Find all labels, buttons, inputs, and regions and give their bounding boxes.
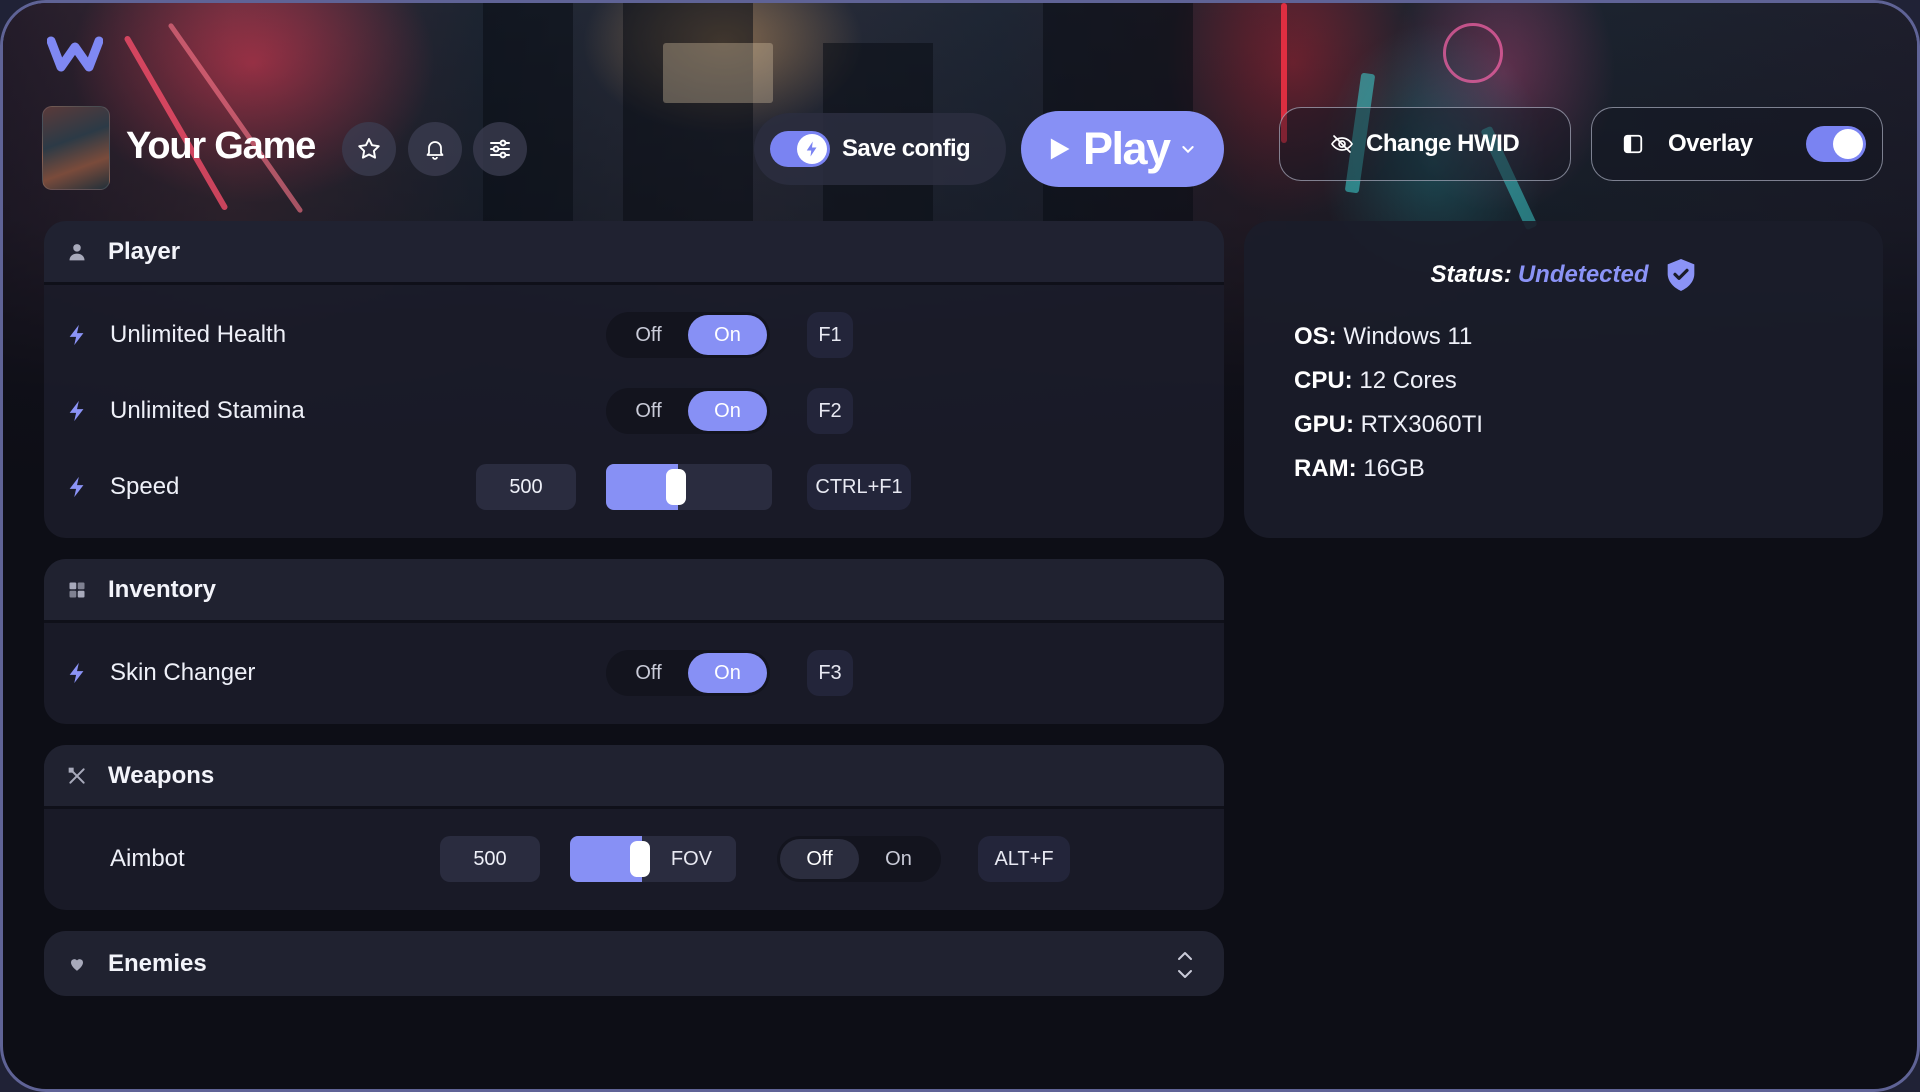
enemies-section[interactable]: Enemies	[44, 931, 1224, 996]
change-hwid-label: Change HWID	[1366, 130, 1520, 157]
overlay-switch[interactable]	[1806, 126, 1866, 162]
lightning-icon	[69, 662, 84, 684]
play-button[interactable]: Play	[1021, 111, 1224, 187]
hotkey-box[interactable]: F1	[807, 312, 853, 358]
lightning-icon	[69, 476, 84, 498]
player-section: Player Unlimited Health Off On F1 Unlimi…	[44, 221, 1224, 538]
feature-row-speed: Speed 500 CTRL+F1	[44, 449, 1224, 525]
crossed-swords-icon	[68, 767, 85, 784]
feature-label: Aimbot	[110, 845, 185, 872]
feature-row-aimbot: Aimbot 500 FOV Off On ALT+F	[44, 821, 1224, 897]
weapons-section-header[interactable]: Weapons	[44, 745, 1224, 809]
player-section-header[interactable]: Player	[44, 221, 1224, 285]
overlay-label: Overlay	[1668, 130, 1753, 157]
game-title: Your Game	[126, 125, 316, 167]
overlay-control: Overlay	[1591, 107, 1883, 181]
spec-value: Windows 11	[1343, 323, 1473, 350]
slider-label: FOV	[670, 848, 712, 870]
shield-check-icon	[1667, 259, 1694, 291]
feature-label: Unlimited Stamina	[110, 397, 305, 424]
chevron-down-icon[interactable]	[1180, 141, 1196, 157]
save-config-label: Save config	[842, 135, 971, 162]
speed-value-input[interactable]: 500	[476, 464, 576, 510]
sliders-icon	[490, 139, 510, 159]
spec-value: 12 Cores	[1359, 367, 1457, 394]
on-option[interactable]: On	[688, 391, 767, 431]
game-thumbnail	[42, 106, 110, 190]
slider-handle[interactable]	[666, 469, 686, 505]
hotkey-box[interactable]: CTRL+F1	[807, 464, 911, 510]
inventory-section-title: Inventory	[108, 575, 217, 603]
on-off-switch[interactable]: Off On	[606, 312, 770, 358]
save-config-toggle[interactable]: Save config	[754, 113, 1006, 185]
feature-row-skin-changer: Skin Changer Off On F3	[44, 635, 1224, 711]
lightning-icon	[69, 324, 84, 346]
save-config-switch[interactable]	[770, 131, 830, 167]
feature-label: Unlimited Health	[110, 321, 287, 348]
spec-value: 16GB	[1363, 455, 1425, 482]
play-icon	[1050, 138, 1070, 160]
feature-label: Speed	[110, 473, 180, 500]
status-label: Status:	[1430, 261, 1512, 288]
on-option[interactable]: On	[688, 653, 767, 693]
spec-key: CPU:	[1294, 367, 1353, 394]
spec-cpu: CPU: 12 Cores	[1294, 367, 1457, 395]
hotkey-box[interactable]: F2	[807, 388, 853, 434]
app-window: Your Game Save config Play Change HWID O…	[0, 0, 1920, 1092]
inventory-section-header[interactable]: Inventory	[44, 559, 1224, 623]
feature-row-unlimited-stamina: Unlimited Stamina Off On F2	[44, 373, 1224, 449]
off-option[interactable]: Off	[609, 391, 688, 431]
status-value: Undetected	[1517, 261, 1649, 288]
bell-icon	[426, 141, 444, 160]
eye-off-icon	[1331, 135, 1353, 153]
off-option[interactable]: Off	[609, 315, 688, 355]
spec-key: RAM:	[1294, 455, 1357, 482]
spec-value: RTX3060TI	[1360, 411, 1483, 438]
status-line: Status: Undetected	[1244, 257, 1883, 293]
player-section-title: Player	[108, 237, 181, 265]
on-off-switch[interactable]: Off On	[606, 650, 770, 696]
weapons-section: Weapons Aimbot 500 FOV Off On ALT+F	[44, 745, 1224, 910]
grid-icon	[69, 582, 85, 597]
lightning-icon	[806, 141, 817, 157]
off-option[interactable]: Off	[780, 839, 859, 879]
spec-os: OS: Windows 11	[1294, 323, 1472, 351]
spec-key: GPU:	[1294, 411, 1354, 438]
slider-handle[interactable]	[630, 841, 650, 877]
favorite-button[interactable]	[342, 122, 396, 176]
on-option[interactable]: On	[688, 315, 767, 355]
spec-ram: RAM: 16GB	[1294, 455, 1425, 483]
w-logo-icon[interactable]	[47, 33, 103, 73]
on-off-switch[interactable]: Off On	[606, 388, 770, 434]
change-hwid-button[interactable]: Change HWID	[1279, 107, 1571, 181]
fov-slider[interactable]: FOV	[570, 836, 736, 882]
user-icon	[69, 243, 85, 260]
status-card: Status: Undetected OS: Windows 11 CPU: 1…	[1244, 221, 1883, 538]
enemies-section-title: Enemies	[108, 949, 207, 977]
hotkey-box[interactable]: F3	[807, 650, 853, 696]
feature-row-unlimited-health: Unlimited Health Off On F1	[44, 297, 1224, 373]
off-option[interactable]: Off	[609, 653, 688, 693]
enemies-section-header[interactable]: Enemies	[44, 931, 1224, 996]
hotkey-box[interactable]: ALT+F	[978, 836, 1070, 882]
speed-slider[interactable]	[606, 464, 772, 510]
settings-button[interactable]	[473, 122, 527, 176]
weapons-section-title: Weapons	[108, 761, 215, 789]
spec-gpu: GPU: RTX3060TI	[1294, 411, 1483, 439]
star-icon	[358, 138, 380, 159]
on-option[interactable]: On	[859, 839, 938, 879]
heart-icon	[71, 958, 83, 971]
chevron-up-down-icon[interactable]	[1176, 949, 1194, 981]
lightning-icon	[69, 400, 84, 422]
feature-label: Skin Changer	[110, 659, 256, 686]
spec-key: OS:	[1294, 323, 1337, 350]
inventory-section: Inventory Skin Changer Off On F3	[44, 559, 1224, 724]
aimbot-value-input[interactable]: 500	[440, 836, 540, 882]
play-label: Play	[1083, 123, 1171, 174]
sidebar-panel-icon	[1623, 134, 1643, 154]
notifications-button[interactable]	[408, 122, 462, 176]
on-off-switch[interactable]: Off On	[777, 836, 941, 882]
